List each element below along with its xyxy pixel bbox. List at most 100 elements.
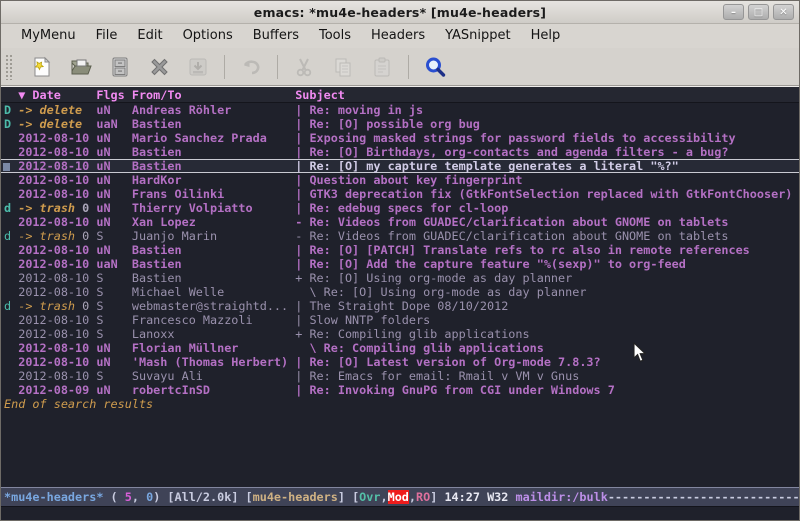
toolbar-grip-handle[interactable] — [5, 54, 12, 80]
row-flags: uaN — [96, 257, 132, 271]
row-date: 2012-08-09 — [18, 383, 96, 397]
titlebar[interactable]: emacs: *mu4e-headers* [mu4e-headers] – □… — [1, 1, 799, 24]
message-row[interactable]: d -> trash 0 uN Thierry Volpiatto | Re: … — [1, 201, 799, 215]
row-date: 2012-08-10 — [18, 369, 96, 383]
row-from: Bastien — [132, 145, 295, 159]
new-file-icon[interactable] — [29, 54, 55, 80]
message-row[interactable]: d -> trash 0 S Juanjo Marin - Re: Videos… — [1, 229, 799, 243]
message-row[interactable]: 2012-08-10 S Bastien + Re: [O] Using org… — [1, 271, 799, 285]
menu-yasnippet[interactable]: YASnippet — [435, 26, 521, 46]
row-from: Juanjo Marin — [132, 229, 295, 243]
row-mark: d — [4, 201, 18, 215]
modeline-segment-plain: ] [ — [338, 490, 359, 504]
row-mark — [4, 131, 18, 145]
row-mark — [4, 215, 18, 229]
row-subject: + Re: [O] Using org-mode as day planner — [295, 271, 572, 285]
save-icon — [185, 54, 211, 80]
message-row[interactable]: 2012-08-10 S Lanoxx + Re: Compiling glib… — [1, 327, 799, 341]
row-subject: | Re: [O] Birthdays, org-contacts and ag… — [295, 145, 728, 159]
message-row[interactable]: 2012-08-10 uN Bastien | Re: [O] [PATCH] … — [1, 243, 799, 257]
menu-options[interactable]: Options — [173, 26, 243, 46]
message-row[interactable]: 2012-08-10 uaN Bastien | Re: [O] Add the… — [1, 257, 799, 271]
row-mark: D — [4, 117, 18, 131]
row-date: 2012-08-10 — [18, 187, 96, 201]
menu-help[interactable]: Help — [521, 26, 571, 46]
message-row[interactable]: 2012-08-10 uN Frans Oilinki | GTK3 depre… — [1, 187, 799, 201]
modeline-segment-bright: 14:27 W32 — [444, 490, 515, 504]
row-subject: \ Re: [O] Using org-mode as day planner — [295, 285, 586, 299]
message-row[interactable]: 2012-08-09 uN robertcInSD | Re: Invoking… — [1, 383, 799, 397]
modeline-segment-plain: -------------------------------- — [608, 490, 799, 504]
message-row[interactable]: 2012-08-10 uN Florian Müllner \ Re: Comp… — [1, 341, 799, 355]
menu-tools[interactable]: Tools — [309, 26, 361, 46]
row-date: 2012-08-10 — [18, 145, 96, 159]
menu-buffers[interactable]: Buffers — [243, 26, 309, 46]
modeline-segment-plain: ] — [430, 490, 444, 504]
headers-column-header: ▼ Date Flgs From/To Subject — [1, 87, 799, 103]
message-row[interactable]: 2012-08-10 uN Mario Sanchez Prada | Expo… — [1, 131, 799, 145]
row-subject: | Re: moving in js — [295, 103, 423, 117]
row-flags: uN — [96, 243, 132, 257]
message-row[interactable]: 2012-08-10 uN 'Mash (Thomas Herbert) | R… — [1, 355, 799, 369]
message-row-current[interactable]: 2012-08-10 uN Bastien | Re: [O] my captu… — [1, 159, 799, 173]
message-row[interactable]: 2012-08-10 S Francesco Mazzoli | Slow NN… — [1, 313, 799, 327]
row-mark-target: -> delete — [18, 103, 82, 117]
row-from: Lanoxx — [132, 327, 295, 341]
echo-area[interactable] — [1, 507, 799, 520]
menu-mymenu[interactable]: MyMenu — [11, 26, 86, 46]
row-from: 'Mash (Thomas Herbert) — [132, 355, 295, 369]
modeline-segment-ro: RO — [416, 490, 430, 504]
message-row[interactable]: 2012-08-10 S Michael Welle \ Re: [O] Usi… — [1, 285, 799, 299]
maximize-button[interactable]: □ — [748, 4, 769, 20]
message-row[interactable]: 2012-08-10 S Suvayu Ali | Re: Emacs for … — [1, 369, 799, 383]
row-mark: d — [4, 229, 18, 243]
open-folder-icon[interactable] — [68, 54, 94, 80]
menu-edit[interactable]: Edit — [127, 26, 172, 46]
row-date: 2012-08-10 — [18, 341, 96, 355]
row-mark — [4, 257, 18, 271]
row-mark-target: -> delete — [18, 117, 82, 131]
modeline-segment-plain: , — [132, 490, 146, 504]
message-row[interactable]: 2012-08-10 uN Bastien | Re: [O] Birthday… — [1, 145, 799, 159]
row-from: Bastien — [132, 271, 295, 285]
buffer-empty-space[interactable] — [1, 411, 799, 487]
row-mark-target-extra: 0 — [75, 201, 96, 215]
toolbar-separator — [408, 55, 409, 79]
row-from: Frans Oilinki — [132, 187, 295, 201]
close-buffer-icon[interactable] — [146, 54, 172, 80]
row-mark — [4, 187, 18, 201]
row-from: Michael Welle — [132, 285, 295, 299]
row-date: 2012-08-10 — [18, 215, 96, 229]
row-subject: | Re: [O] Latest version of Org-mode 7.8… — [295, 355, 600, 369]
message-row[interactable]: 2012-08-10 uN Xan Lopez - Re: Videos fro… — [1, 215, 799, 229]
menu-headers[interactable]: Headers — [361, 26, 435, 46]
row-mark — [4, 369, 18, 383]
row-from: Bastien — [132, 257, 295, 271]
row-from: webmaster@straightd... — [132, 299, 295, 313]
minimize-button[interactable]: – — [723, 4, 744, 20]
row-from: robertcInSD — [132, 383, 295, 397]
search-icon[interactable] — [422, 54, 448, 80]
menu-file[interactable]: File — [86, 26, 128, 46]
file-cabinet-icon[interactable] — [107, 54, 133, 80]
end-of-results-marker: End of search results — [1, 397, 799, 411]
row-flags: S — [96, 229, 132, 243]
row-from: Suvayu Ali — [132, 369, 295, 383]
message-row[interactable]: 2012-08-10 uN HardKor | Question about k… — [1, 173, 799, 187]
row-from: Bastien — [132, 243, 295, 257]
message-row[interactable]: D -> delete uaN Bastien | Re: [O] possib… — [1, 117, 799, 131]
row-date: 2012-08-10 — [18, 257, 96, 271]
row-mark — [4, 313, 18, 327]
copy-icon — [330, 54, 356, 80]
modeline-segment-plain: , — [409, 490, 416, 504]
row-subject: - Re: Videos from GUADEC/clarification a… — [295, 215, 728, 229]
message-row[interactable]: D -> delete uN Andreas Röhler | Re: movi… — [1, 103, 799, 117]
row-flags: S — [96, 271, 132, 285]
message-row[interactable]: d -> trash 0 S webmaster@straightd... | … — [1, 299, 799, 313]
row-mark-target: -> trash — [18, 299, 75, 313]
row-mark: d — [4, 299, 18, 313]
mode-line[interactable]: *mu4e-headers* ( 5, 0) [All/2.0k] [mu4e-… — [1, 487, 799, 507]
row-from: Thierry Volpiatto — [132, 201, 295, 215]
close-button[interactable]: ✕ — [773, 4, 794, 20]
row-mark-target-extra: 0 — [75, 299, 96, 313]
